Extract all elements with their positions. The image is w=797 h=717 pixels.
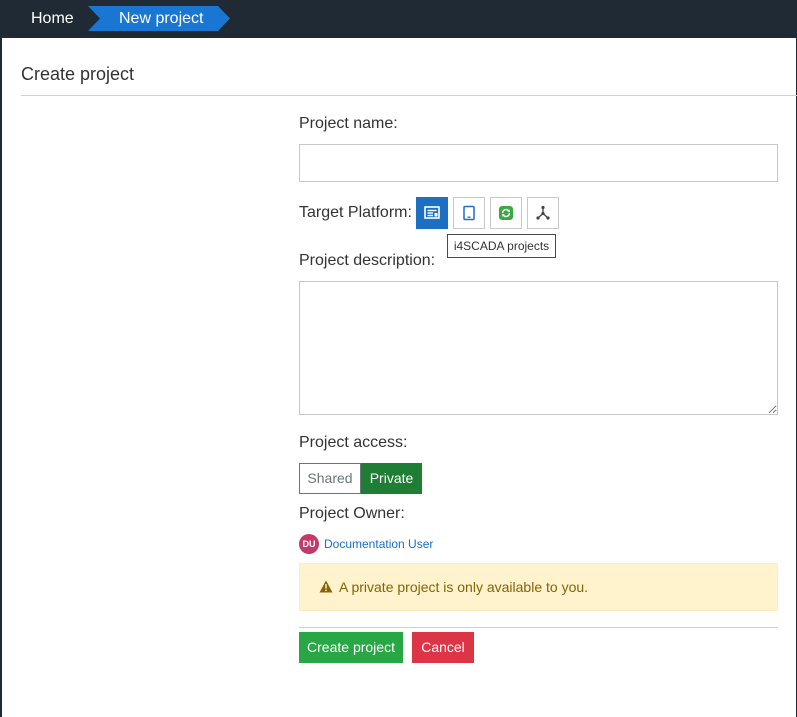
scada-screen-icon bbox=[424, 206, 440, 219]
project-name-input[interactable] bbox=[299, 144, 778, 182]
breadcrumb-current-label: New project bbox=[119, 10, 204, 27]
project-owner-label: Project Owner: bbox=[299, 505, 405, 522]
project-name-label: Project name: bbox=[299, 115, 398, 132]
refresh-circle-icon bbox=[499, 206, 513, 220]
warning-icon bbox=[319, 580, 333, 593]
breadcrumb-current: New project bbox=[88, 6, 230, 31]
title-divider bbox=[21, 95, 797, 96]
page-title: Create project bbox=[21, 64, 135, 84]
platform-scada-button[interactable] bbox=[416, 197, 448, 229]
cancel-button[interactable]: Cancel bbox=[412, 632, 474, 663]
form-divider bbox=[299, 627, 778, 628]
create-project-button[interactable]: Create project bbox=[299, 632, 403, 663]
avatar: DU bbox=[299, 534, 319, 554]
target-platform-label: Target Platform: bbox=[299, 204, 412, 221]
network-node-icon bbox=[536, 205, 550, 220]
owner-name-link[interactable]: Documentation User bbox=[324, 537, 433, 551]
breadcrumb-home[interactable]: Home bbox=[18, 0, 90, 38]
platform-tablet-button[interactable] bbox=[453, 197, 485, 229]
project-description-textarea[interactable] bbox=[299, 281, 778, 415]
platform-refresh-button[interactable] bbox=[490, 197, 522, 229]
breadcrumb: Home New project bbox=[0, 0, 797, 38]
alert-message: A private project is only available to y… bbox=[339, 579, 589, 595]
project-access-label: Project access: bbox=[299, 434, 408, 451]
tablet-icon bbox=[463, 205, 475, 221]
private-project-alert: A private project is only available to y… bbox=[299, 563, 778, 611]
platform-tooltip: i4SCADA projects bbox=[447, 234, 556, 258]
access-private-toggle[interactable]: Private bbox=[361, 463, 422, 494]
platform-network-button[interactable] bbox=[527, 197, 559, 229]
project-description-label: Project description: bbox=[299, 252, 436, 269]
access-shared-toggle[interactable]: Shared bbox=[299, 463, 361, 494]
